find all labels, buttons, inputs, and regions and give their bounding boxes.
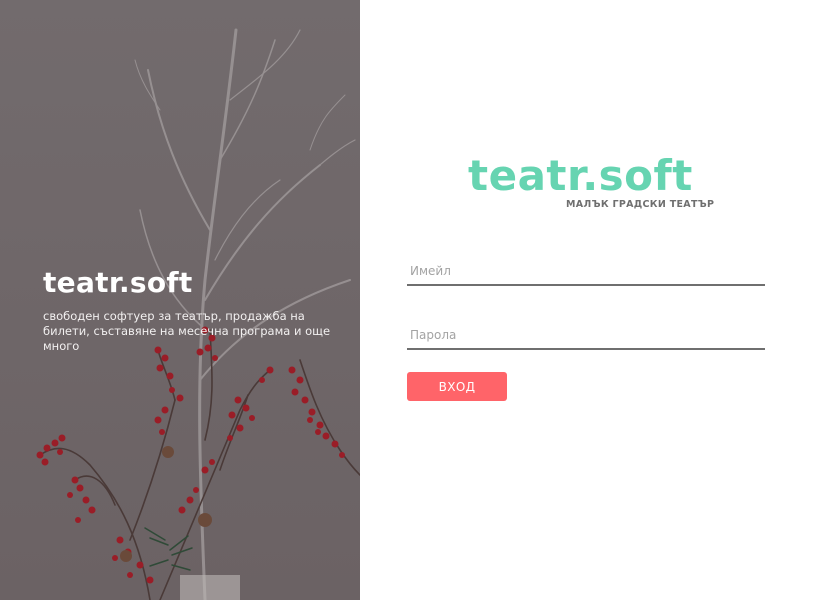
hero-panel: teatr.soft свободен софтуер за театър, п… — [0, 0, 360, 600]
login-panel: teatr.soft МАЛЪК ГРАДСКИ ТЕАТЪР ВХОД — [360, 0, 820, 600]
hero-description: свободен софтуер за театър, продажба на … — [43, 309, 331, 353]
brand-tagline: МАЛЪК ГРАДСКИ ТЕАТЪР — [566, 199, 715, 210]
login-button[interactable]: ВХОД — [407, 372, 507, 401]
hero-title: teatr.soft — [43, 266, 193, 299]
password-field[interactable] — [407, 322, 765, 350]
email-field[interactable] — [407, 258, 765, 286]
brand-logo: teatr.soft — [468, 151, 693, 200]
hero-content: teatr.soft свободен софтуер за театър, п… — [43, 266, 333, 354]
